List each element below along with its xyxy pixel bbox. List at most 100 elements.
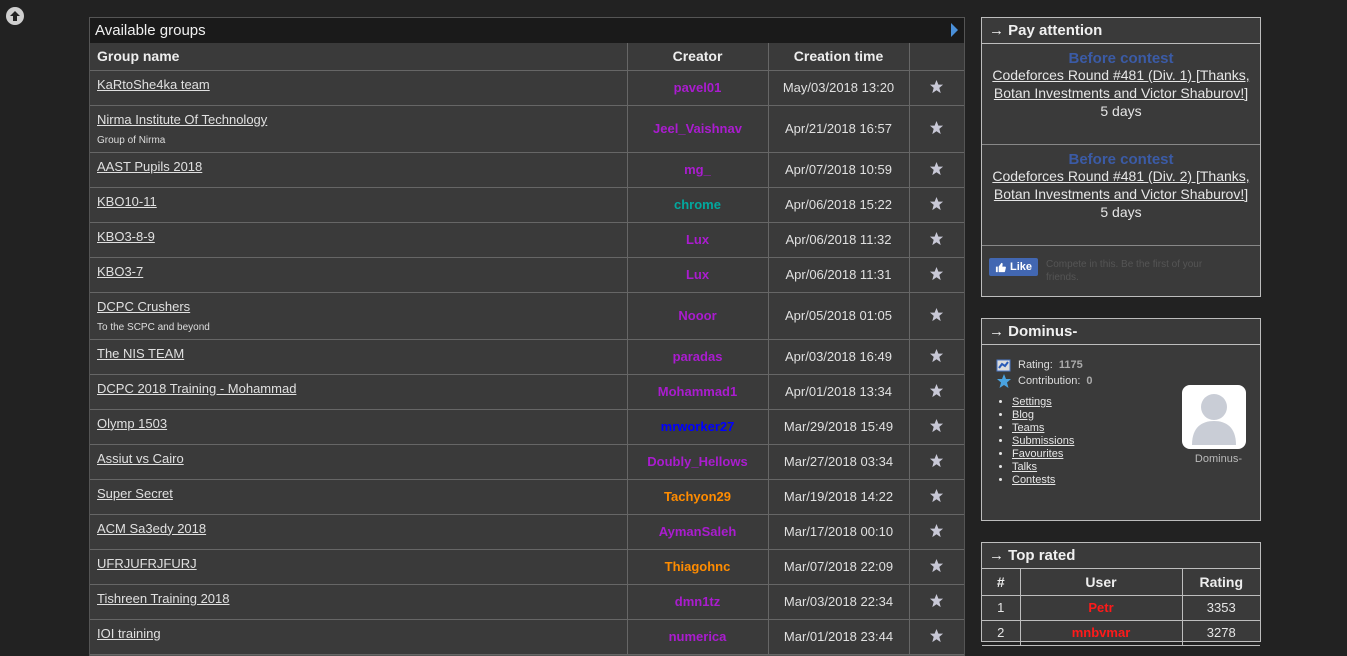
creator-link[interactable]: chrome	[627, 187, 769, 223]
creator-link[interactable]: dmn1tz	[627, 584, 769, 620]
like-caption: Compete in this. Be the first of your fr…	[1046, 259, 1203, 283]
avatar[interactable]	[1182, 385, 1246, 449]
contribution-value: 0	[1086, 375, 1093, 387]
group-link[interactable]: UFRJUFRJFURJ	[97, 556, 197, 571]
avatar-handle: Dominus-	[1194, 453, 1242, 465]
favourite-star-icon	[930, 120, 944, 134]
group-link[interactable]: ACM Sa3edy 2018	[97, 521, 206, 536]
rank-cell: 2	[982, 620, 1021, 646]
favourite-toggle[interactable]	[909, 70, 964, 106]
creation-time: Mar/03/2018 22:34	[768, 584, 910, 620]
column-header-user: User	[1020, 569, 1183, 596]
table-row: Nirma Institute Of Technology Group of Ni…	[90, 105, 964, 153]
column-header-rank: #	[982, 569, 1021, 596]
table-row: KBO3-8-9 Lux Apr/06/2018 11:32	[90, 222, 964, 258]
column-header-favourite	[909, 43, 964, 71]
collapse-arrow-icon[interactable]	[951, 23, 958, 37]
favourites-link[interactable]: Favourites	[1012, 448, 1063, 460]
group-name-cell: KBO3-8-9	[90, 222, 628, 258]
favourite-toggle[interactable]	[909, 514, 964, 550]
creator-link[interactable]: Doubly_Hellows	[627, 444, 769, 480]
creation-time: Mar/17/2018 00:10	[768, 514, 910, 550]
contest-status-label: Before contest	[1068, 151, 1174, 168]
contest-link[interactable]: Codeforces Round #481 (Div. 2) [Thanks, …	[992, 168, 1249, 202]
favourite-toggle[interactable]	[909, 479, 964, 515]
creation-time: Mar/27/2018 03:34	[768, 444, 910, 480]
user-link[interactable]: Petr	[1020, 595, 1183, 621]
favourite-toggle[interactable]	[909, 339, 964, 375]
favourite-toggle[interactable]	[909, 257, 964, 293]
table-row: Assiut vs Cairo Doubly_Hellows Mar/27/2018…	[90, 444, 964, 480]
group-link[interactable]: Nirma Institute Of Technology	[97, 112, 267, 127]
favourite-toggle[interactable]	[909, 222, 964, 258]
creator-link[interactable]: Nooor	[627, 292, 769, 340]
like-row: Like Compete in this. Be the first of yo…	[982, 246, 1260, 296]
contests-link[interactable]: Contests	[1012, 474, 1055, 486]
favourite-toggle[interactable]	[909, 105, 964, 153]
group-name-cell: Super Secret	[90, 479, 628, 515]
group-link[interactable]: Assiut vs Cairo	[97, 451, 184, 466]
group-link[interactable]: Tishreen Training 2018	[97, 591, 230, 606]
favourite-toggle[interactable]	[909, 152, 964, 188]
creation-time: Apr/06/2018 11:31	[768, 257, 910, 293]
group-link[interactable]: IOI training	[97, 626, 161, 641]
teams-link[interactable]: Teams	[1012, 422, 1044, 434]
favourite-toggle[interactable]	[909, 584, 964, 620]
talks-link[interactable]: Talks	[1012, 461, 1037, 473]
creator-link[interactable]: Lux	[627, 257, 769, 293]
contest-link[interactable]: Codeforces Round #481 (Div. 1) [Thanks, …	[992, 67, 1249, 101]
creator-link[interactable]: Thiagohnc	[627, 549, 769, 585]
favourite-toggle[interactable]	[909, 619, 964, 655]
group-link[interactable]: KBO3-7	[97, 264, 143, 279]
favourite-star-icon	[930, 307, 944, 321]
group-link[interactable]: Super Secret	[97, 486, 173, 501]
creator-link[interactable]: Tachyon29	[627, 479, 769, 515]
creator-link[interactable]: paradas	[627, 339, 769, 375]
table-row: AAST Pupils 2018 mg_ Apr/07/2018 10:59	[90, 152, 964, 188]
scroll-up-icon[interactable]	[6, 7, 24, 25]
rating-label: Rating:	[1018, 359, 1053, 371]
submissions-link[interactable]: Submissions	[1012, 435, 1074, 447]
favourite-toggle[interactable]	[909, 292, 964, 340]
group-link[interactable]: AAST Pupils 2018	[97, 159, 202, 174]
group-link[interactable]: DCPC Crushers	[97, 299, 190, 314]
favourite-toggle[interactable]	[909, 444, 964, 480]
group-link[interactable]: KaRtoShe4ka team	[97, 77, 210, 92]
top-rated-box: → Top rated # User Rating 1 Petr 3353 2 …	[981, 542, 1261, 646]
blog-link[interactable]: Blog	[1012, 409, 1034, 421]
group-name-cell: Tishreen Training 2018	[90, 584, 628, 620]
creation-time: Apr/21/2018 16:57	[768, 105, 910, 153]
table-row: KBO10-11 chrome Apr/06/2018 15:22	[90, 187, 964, 223]
group-link[interactable]: The NIS TEAM	[97, 346, 184, 361]
creator-link[interactable]: mg_	[627, 152, 769, 188]
group-link[interactable]: KBO10-11	[97, 194, 157, 209]
creator-link[interactable]: Jeel_Vaishnav	[627, 105, 769, 153]
groups-table: Group name Creator Creation time KaRtoSh…	[90, 43, 964, 655]
creator-link[interactable]: numerica	[627, 619, 769, 655]
contest-countdown: 5 days	[1100, 103, 1142, 119]
creator-link[interactable]: mrworker27	[627, 409, 769, 445]
creator-link[interactable]: AymanSaleh	[627, 514, 769, 550]
creator-link[interactable]: Mohammad1	[627, 374, 769, 410]
user-link[interactable]: mnbvmar	[1020, 620, 1183, 646]
favourite-star-icon	[930, 348, 944, 362]
favourite-toggle[interactable]	[909, 187, 964, 223]
rating-cell: 3278	[1182, 620, 1260, 646]
group-name-cell: IOI training	[90, 619, 628, 655]
group-link[interactable]: DCPC 2018 Training - Mohammad	[97, 381, 296, 396]
favourite-toggle[interactable]	[909, 409, 964, 445]
creation-time: Mar/19/2018 14:22	[768, 479, 910, 515]
contest-item: Before contest Codeforces Round #481 (Di…	[982, 145, 1260, 246]
table-row: KaRtoShe4ka team pavel01 May/03/2018 13:20	[90, 70, 964, 106]
pay-attention-box: → Pay attention Before contest Codeforce…	[981, 17, 1261, 297]
settings-link[interactable]: Settings	[1012, 396, 1052, 408]
favourite-toggle[interactable]	[909, 374, 964, 410]
table-row: The NIS TEAM paradas Apr/03/2018 16:49	[90, 339, 964, 375]
favourite-toggle[interactable]	[909, 549, 964, 585]
group-name-cell: Nirma Institute Of Technology Group of Ni…	[90, 105, 628, 153]
group-link[interactable]: KBO3-8-9	[97, 229, 155, 244]
facebook-like-button[interactable]: Like	[989, 258, 1039, 276]
creator-link[interactable]: pavel01	[627, 70, 769, 106]
group-link[interactable]: Olymp 1503	[97, 416, 167, 431]
creator-link[interactable]: Lux	[627, 222, 769, 258]
